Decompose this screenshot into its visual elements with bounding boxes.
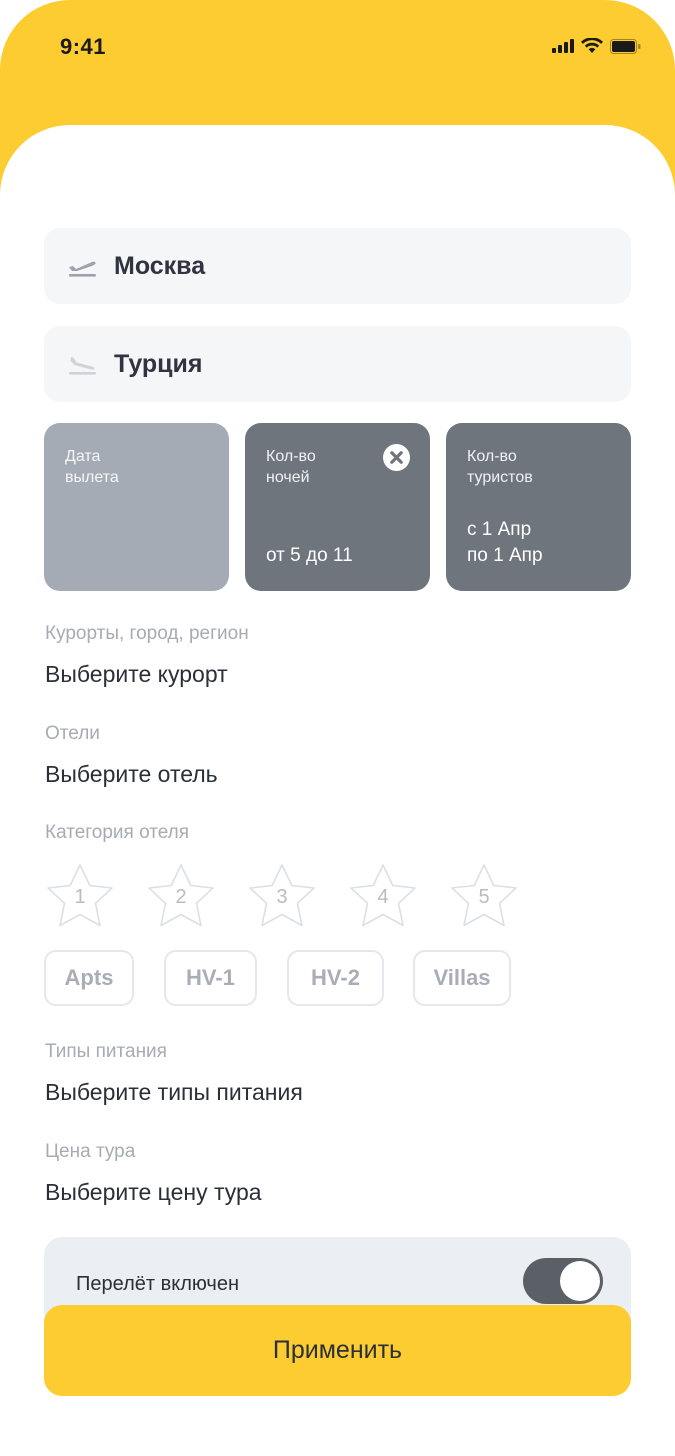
- phone-screen: 9:41 Москва Турция Дата вылета Кол-во но…: [0, 0, 675, 1456]
- departure-date-label-line1: Дата: [65, 448, 101, 465]
- tour-price-select[interactable]: Выберите цену тура: [45, 1179, 262, 1206]
- status-icons: [552, 38, 641, 54]
- clear-nights-button[interactable]: [383, 444, 410, 471]
- apply-button[interactable]: Применить: [44, 1305, 631, 1396]
- tourists-label-line2: туристов: [467, 469, 533, 486]
- tourists-value-line1: с 1 Апр: [467, 519, 532, 540]
- meal-types-select[interactable]: Выберите типы питания: [45, 1079, 303, 1106]
- category-chip-hv1[interactable]: HV-1: [164, 950, 257, 1006]
- close-circle-icon: [390, 451, 403, 464]
- category-chip-hv2[interactable]: HV-2: [287, 950, 384, 1006]
- tourists-value-line2: по 1 Апр: [467, 545, 543, 566]
- resort-label: Курорты, город, регион: [45, 623, 249, 644]
- wifi-icon: [581, 38, 603, 53]
- star-rating-2[interactable]: 2: [145, 862, 217, 932]
- signal-bars-icon: [552, 39, 574, 53]
- battery-icon: [610, 38, 641, 54]
- hotel-label: Отели: [45, 723, 100, 744]
- departure-date-label-line2: вылета: [65, 469, 119, 486]
- resort-select[interactable]: Выберите курорт: [45, 661, 228, 688]
- star-rating-3[interactable]: 3: [246, 862, 318, 932]
- category-chip-apts[interactable]: Apts: [44, 950, 134, 1006]
- star-rating-4-number: 4: [377, 886, 389, 908]
- star-rating-2-number: 2: [175, 886, 187, 908]
- star-rating-5[interactable]: 5: [448, 862, 520, 932]
- meal-types-label: Типы питания: [45, 1041, 167, 1062]
- nights-card[interactable]: Кол-во ночей от 5 до 11: [245, 423, 430, 591]
- destination-country-value: Турция: [114, 349, 203, 378]
- status-bar: 9:41: [0, 0, 675, 96]
- star-rating-1-number: 1: [74, 886, 86, 908]
- toggle-knob: [560, 1261, 600, 1301]
- tour-price-label: Цена тура: [45, 1141, 136, 1162]
- tourists-label: Кол-во туристов: [467, 446, 533, 488]
- departure-city-field[interactable]: Москва: [44, 228, 631, 304]
- departure-date-label: Дата вылета: [65, 446, 119, 488]
- tourists-card[interactable]: Кол-во туристов с 1 Апр по 1 Апр: [446, 423, 631, 591]
- hotel-select[interactable]: Выберите отель: [45, 761, 218, 788]
- departure-date-card[interactable]: Дата вылета: [44, 423, 229, 591]
- star-rating-4[interactable]: 4: [347, 862, 419, 932]
- flight-included-toggle[interactable]: [523, 1258, 603, 1304]
- flight-included-label: Перелёт включен: [76, 1273, 240, 1295]
- nights-label: Кол-во ночей: [266, 446, 316, 488]
- star-rating-3-number: 3: [276, 886, 288, 908]
- nights-value: от 5 до 11: [266, 545, 353, 566]
- plane-landing-icon: [69, 357, 96, 375]
- status-time: 9:41: [60, 34, 107, 59]
- plane-takeoff-icon: [69, 261, 96, 277]
- star-rating-1[interactable]: 1: [44, 862, 116, 932]
- nights-label-line2: ночей: [266, 469, 310, 486]
- tourists-value: с 1 Апр по 1 Апр: [467, 517, 543, 569]
- hotel-category-label: Категория отеля: [45, 822, 190, 843]
- departure-city-value: Москва: [114, 251, 206, 280]
- tourists-label-line1: Кол-во: [467, 448, 517, 465]
- nights-label-line1: Кол-во: [266, 448, 316, 465]
- category-chip-villas[interactable]: Villas: [413, 950, 511, 1006]
- destination-country-field[interactable]: Турция: [44, 326, 631, 402]
- star-rating-5-number: 5: [478, 886, 490, 908]
